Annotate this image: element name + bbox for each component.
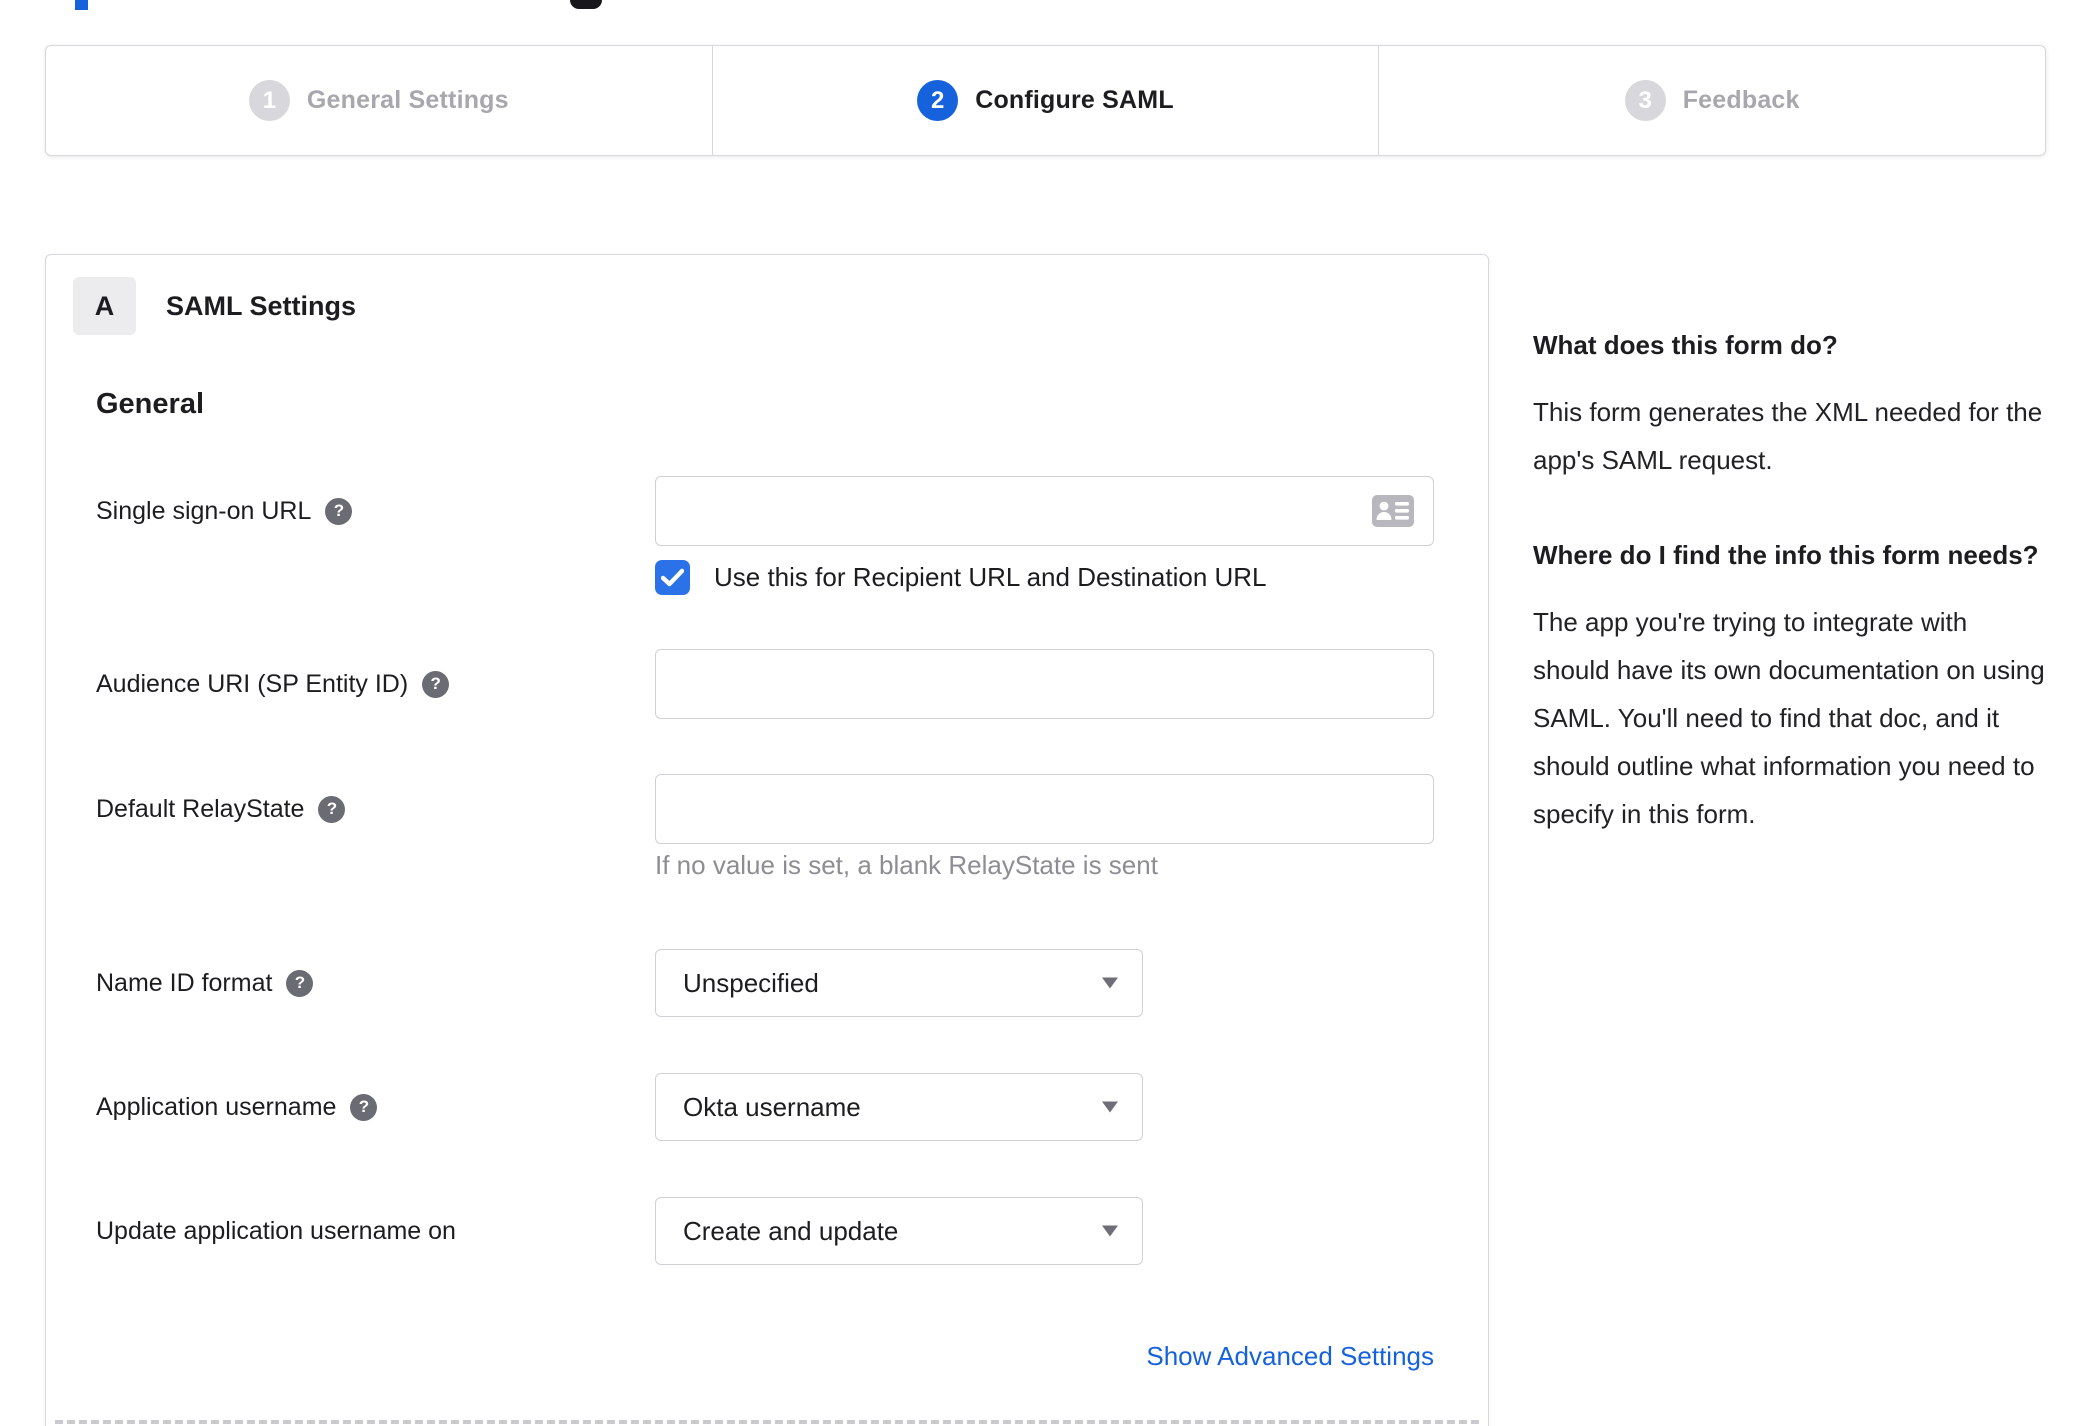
audience-uri-input[interactable] [655, 649, 1434, 719]
step-general-settings[interactable]: 1 General Settings [46, 46, 713, 155]
select-value: Unspecified [683, 967, 819, 998]
default-relaystate-input[interactable] [655, 774, 1434, 844]
contact-card-icon[interactable] [1372, 495, 1414, 527]
field-label: Audience URI (SP Entity ID) [96, 669, 409, 698]
field-label: Default RelayState [96, 794, 305, 823]
clipped-header-logo [570, 0, 602, 9]
help-icon[interactable]: ? [286, 969, 314, 997]
help-sidebar: What does this form do? This form genera… [1533, 322, 2045, 886]
checkbox-label: Use this for Recipient URL and Destinati… [714, 562, 1267, 592]
use-for-recipient-checkbox[interactable] [655, 560, 690, 595]
sidebar-heading-what: What does this form do? [1533, 330, 1838, 360]
field-label: Application username [96, 1092, 337, 1121]
field-row-application-username: Application username ? Okta username [96, 1073, 1434, 1141]
chevron-down-icon [1102, 1101, 1118, 1113]
wizard-stepper: 1 General Settings 2 Configure SAML 3 Fe… [45, 45, 2046, 156]
select-value: Okta username [683, 1091, 861, 1122]
field-row-update-application-username: Update application username on Create an… [96, 1197, 1434, 1265]
single-sign-on-url-input[interactable] [655, 476, 1434, 546]
relaystate-helper-text: If no value is set, a blank RelayState i… [655, 850, 1158, 880]
help-icon[interactable]: ? [422, 670, 450, 698]
recipient-url-checkbox-row: Use this for Recipient URL and Destinati… [655, 560, 1267, 595]
step-number-badge: 1 [248, 80, 290, 121]
section-title: SAML Settings [166, 290, 357, 321]
show-advanced-settings-link[interactable]: Show Advanced Settings [1146, 1341, 1434, 1372]
chevron-down-icon [1102, 1225, 1118, 1237]
step-number-badge: 3 [1624, 80, 1666, 121]
saml-settings-panel: A SAML Settings General Single sign-on U… [45, 254, 1489, 1426]
step-label: Feedback [1682, 86, 1800, 114]
select-value: Create and update [683, 1215, 899, 1246]
panel-header: A SAML Settings [73, 277, 356, 335]
help-icon[interactable]: ? [350, 1093, 378, 1121]
field-row-name-id-format: Name ID format ? Unspecified [96, 949, 1434, 1017]
update-application-username-select[interactable]: Create and update [655, 1197, 1143, 1265]
group-heading: General [96, 388, 204, 420]
application-username-select[interactable]: Okta username [655, 1073, 1143, 1141]
help-icon[interactable]: ? [325, 497, 353, 525]
step-configure-saml[interactable]: 2 Configure SAML [713, 46, 1380, 155]
field-label: Name ID format [96, 968, 273, 997]
sidebar-paragraph-where: The app you're trying to integrate with … [1533, 607, 2045, 829]
field-row-default-relaystate: Default RelayState ? [96, 774, 1434, 844]
name-id-format-select[interactable]: Unspecified [655, 949, 1143, 1017]
sidebar-paragraph-what: This form generates the XML needed for t… [1533, 397, 2043, 475]
field-row-audience-uri: Audience URI (SP Entity ID) ? [96, 649, 1434, 719]
section-badge: A [73, 277, 136, 335]
field-label: Update application username on [96, 1216, 456, 1245]
checkmark-icon [661, 568, 684, 587]
step-label: General Settings [306, 86, 509, 114]
step-feedback[interactable]: 3 Feedback [1379, 46, 2045, 155]
section-divider [55, 1420, 1479, 1424]
step-label: Configure SAML [975, 86, 1174, 114]
field-label: Single sign-on URL [96, 496, 312, 525]
sidebar-heading-where: Where do I find the info this form needs… [1533, 540, 2039, 570]
help-icon[interactable]: ? [318, 795, 346, 823]
step-number-badge: 2 [917, 80, 959, 121]
clipped-header-accent [75, 0, 88, 10]
field-row-single-sign-on-url: Single sign-on URL ? [96, 476, 1434, 546]
chevron-down-icon [1102, 977, 1118, 989]
